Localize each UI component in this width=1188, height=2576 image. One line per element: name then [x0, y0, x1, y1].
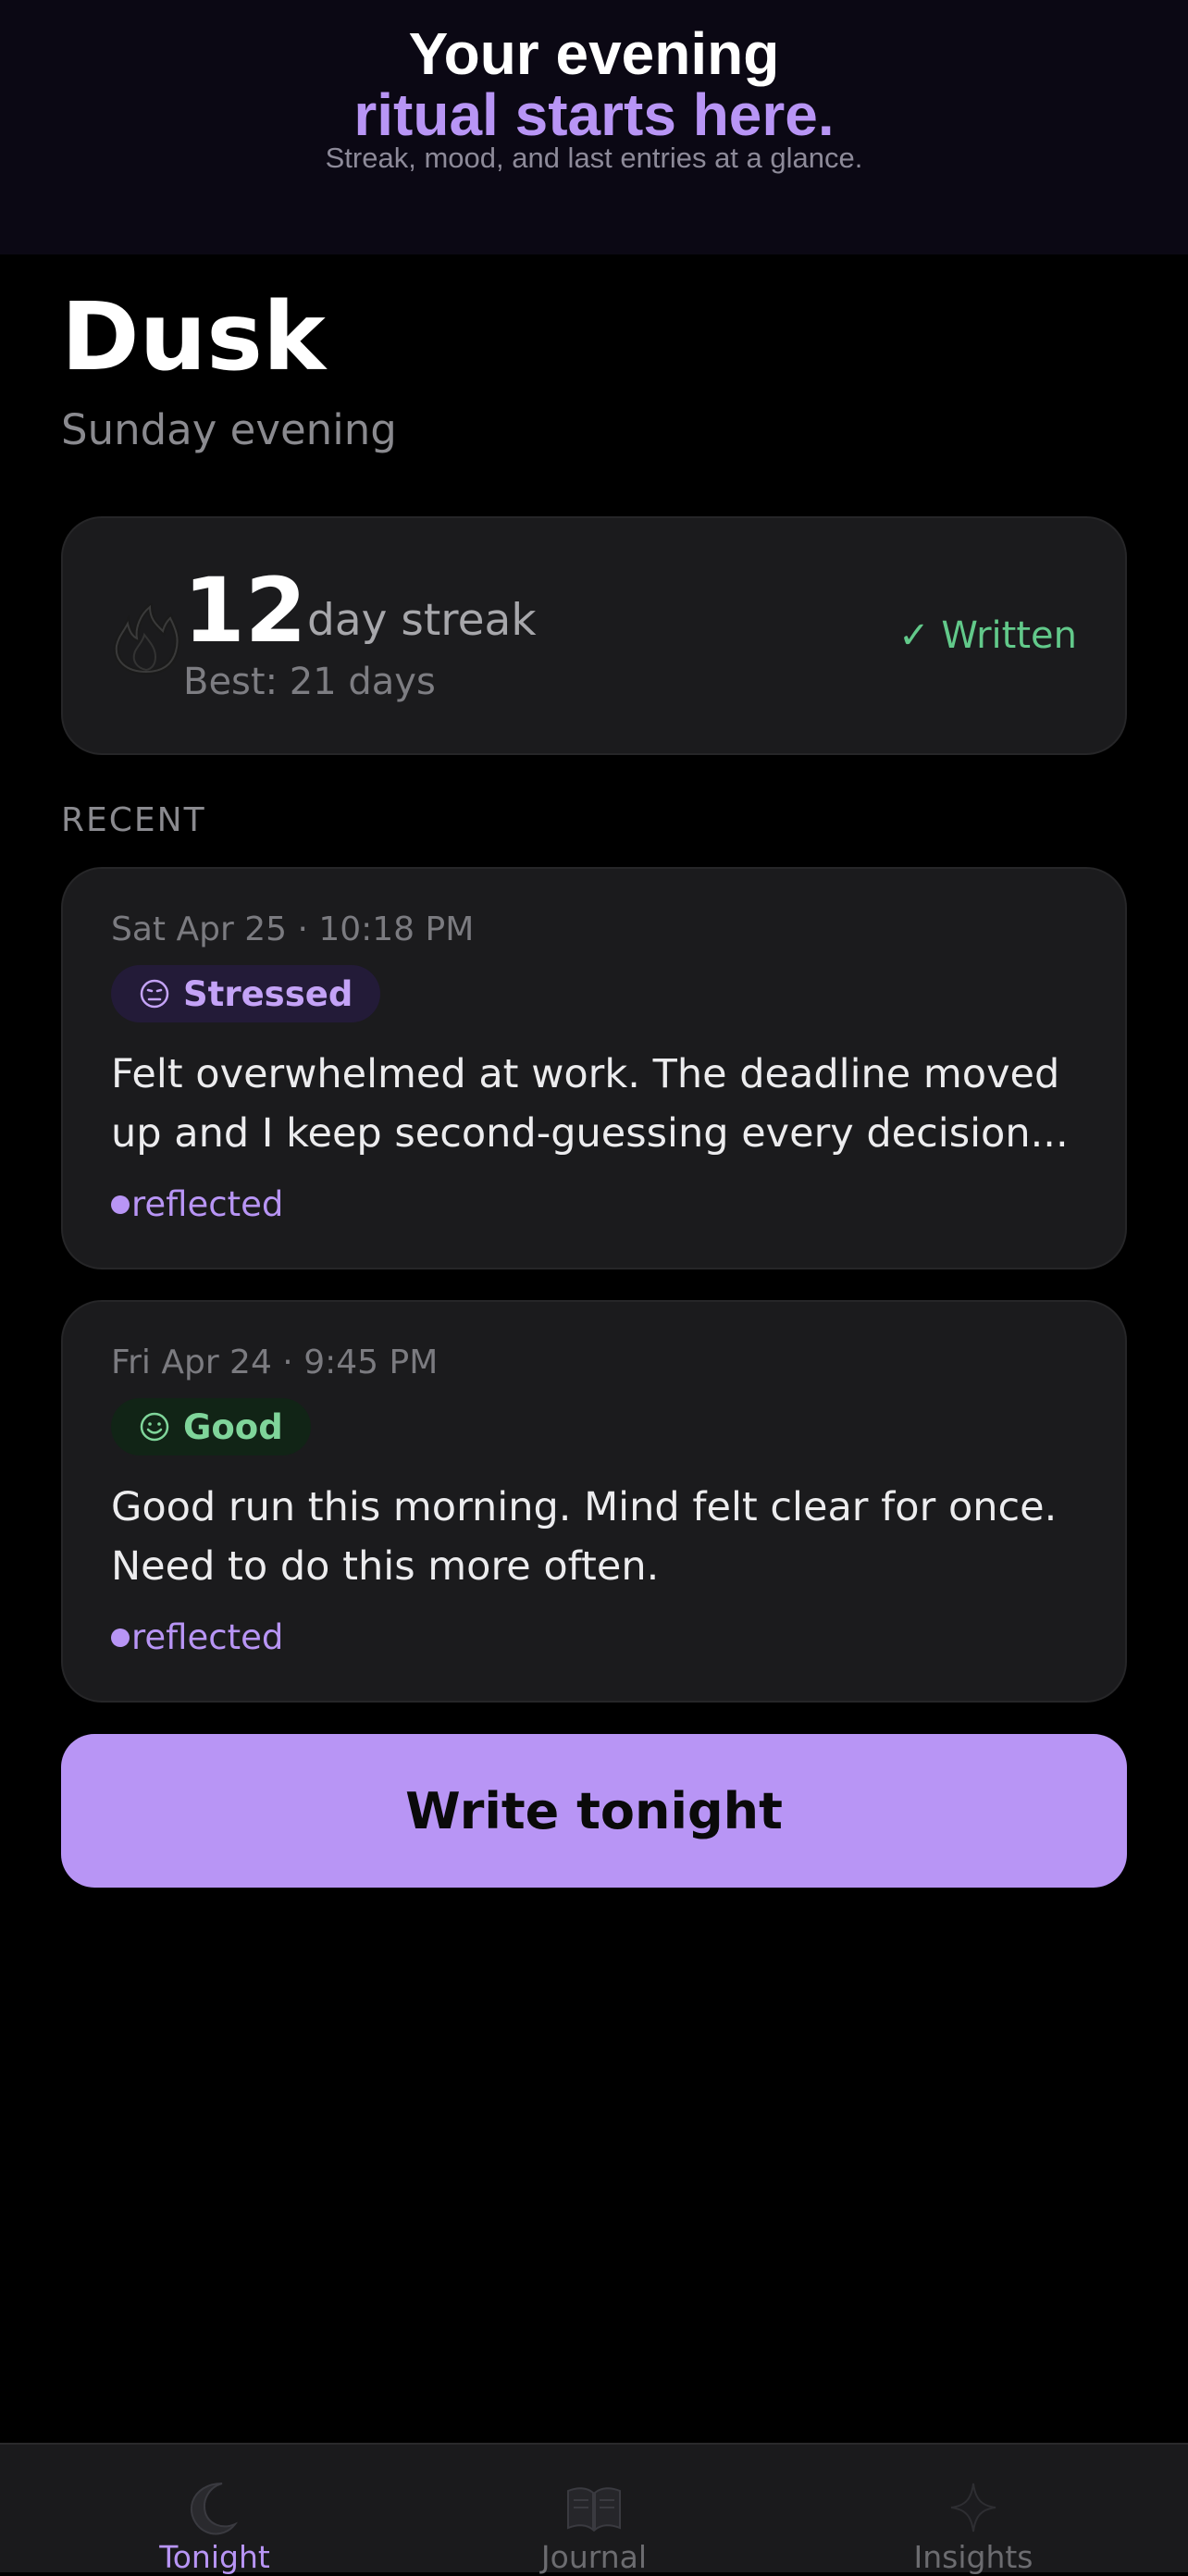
tab-insights[interactable]: Insights: [775, 2445, 1171, 2575]
reflected-tag: reflected: [111, 1183, 283, 1226]
streak-best: Best: 21 days: [183, 661, 436, 703]
reflected-dot-icon: [111, 1195, 130, 1214]
mood-badge: Good: [111, 1398, 311, 1455]
tab-bar: Tonight Journal Insights: [0, 2443, 1188, 2575]
tab-label: Insights: [913, 2539, 1033, 2575]
tab-label: Journal: [540, 2539, 648, 2575]
book-icon: [567, 2487, 621, 2533]
promo-banner: Your evening ritual starts here. Streak,…: [0, 0, 1188, 254]
entry-card[interactable]: Sat Apr 25 · 10:18 PM Stressed Felt over…: [61, 867, 1127, 1269]
entry-card[interactable]: Fri Apr 24 · 9:45 PM Good Good run this …: [61, 1300, 1127, 1703]
mood-badge: Stressed: [111, 965, 381, 1022]
tab-tonight[interactable]: Tonight: [17, 2445, 413, 2575]
streak-count: 12: [183, 559, 307, 663]
streak-card[interactable]: 12 day streak Best: 21 days ✓ Written: [61, 516, 1127, 755]
reflected-dot-icon: [111, 1629, 130, 1647]
entry-preview: Good run this morning. Mind felt clear f…: [111, 1484, 1058, 1590]
sparkle-icon: [950, 2483, 996, 2533]
reflected-tag: reflected: [111, 1616, 283, 1659]
entry-date: Sat Apr 25 · 10:18 PM: [111, 910, 475, 948]
promo-caption: Streak, mood, and last entries at a glan…: [325, 142, 863, 174]
mood-label: Stressed: [183, 973, 353, 1014]
mood-label: Good: [183, 1406, 283, 1447]
written-status-badge: ✓ Written: [898, 614, 1077, 657]
page-title: Dusk: [61, 282, 326, 392]
flame-icon: [113, 603, 180, 675]
write-tonight-button[interactable]: Write tonight: [61, 1734, 1127, 1888]
tab-label: Tonight: [159, 2539, 270, 2575]
promo-headline-accent: ritual starts here.: [353, 81, 835, 148]
entry-preview: Felt overwhelmed at work. The deadline m…: [111, 1051, 1069, 1157]
reflected-label: reflected: [131, 1617, 284, 1657]
streak-label: day streak: [307, 595, 537, 646]
promo-headline: Your evening: [408, 20, 780, 87]
smile-face-icon: [140, 1412, 169, 1442]
entry-date: Fri Apr 24 · 9:45 PM: [111, 1344, 439, 1381]
stressed-face-icon: [140, 979, 169, 1009]
recent-section-label: RECENT: [61, 801, 206, 839]
page-subtitle: Sunday evening: [61, 405, 397, 454]
moon-icon: [191, 2483, 239, 2535]
reflected-label: reflected: [131, 1184, 284, 1224]
tab-journal[interactable]: Journal: [396, 2445, 792, 2575]
